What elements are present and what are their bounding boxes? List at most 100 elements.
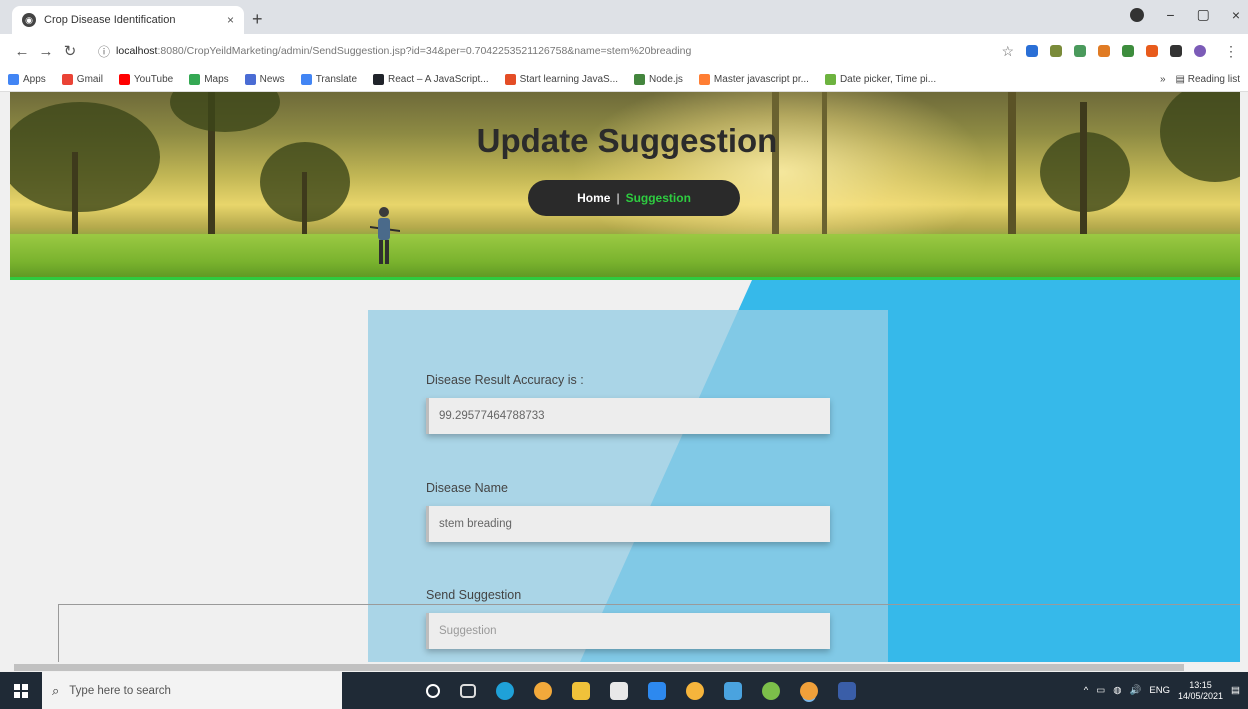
bookmark-item[interactable]: Start learning JavaS... [504, 74, 618, 85]
forward-icon[interactable]: → [34, 43, 58, 60]
search-icon: ⌕ [52, 682, 60, 698]
clock[interactable]: 13:15 14/05/2021 [1178, 680, 1223, 702]
javascript-icon [504, 74, 516, 85]
youtube-icon [118, 74, 130, 85]
app-icon[interactable] [686, 681, 704, 700]
browser-tabstrip: ◉ Crop Disease Identification × + − ▢ × [0, 0, 1248, 34]
bookmark-item[interactable]: Apps [8, 74, 46, 85]
bookmark-item[interactable]: Translate [300, 74, 357, 85]
bookmark-item[interactable]: Gmail [61, 74, 103, 85]
mail-icon[interactable] [648, 681, 666, 700]
disease-name-input[interactable] [426, 506, 830, 542]
back-icon[interactable]: ← [10, 43, 34, 60]
scrollbar-thumb[interactable] [14, 664, 1184, 671]
app-icon[interactable] [724, 681, 742, 700]
browser-toolbar: ← → ↻ ⓘ localhost :8080/CropYeildMarketi… [0, 34, 1248, 68]
taskbar-search[interactable]: ⌕ Type here to search [42, 672, 342, 709]
grass-field [10, 234, 1244, 280]
farmer-silhouette [370, 207, 400, 264]
battery-icon[interactable]: ▭ [1096, 685, 1105, 696]
restore-button[interactable]: ▢ [1197, 6, 1210, 23]
page-content: Update Suggestion Home | Suggestion Dise… [0, 92, 1248, 662]
reading-list-button[interactable]: ▤ Reading list [1176, 74, 1241, 85]
info-icon[interactable]: ⓘ [98, 43, 110, 60]
chevron-up-icon[interactable]: ^ [1084, 685, 1088, 696]
bookmark-item[interactable]: React – A JavaScript... [373, 74, 489, 85]
bookmark-item[interactable]: Maps [189, 74, 229, 85]
news-icon [244, 74, 256, 85]
vscode-icon[interactable] [838, 681, 856, 700]
url-path: :8080/CropYeildMarketing/admin/SendSugge… [157, 45, 692, 57]
chrome-active-icon[interactable] [800, 681, 818, 700]
record-icon[interactable] [1130, 7, 1145, 22]
browser-tab[interactable]: ◉ Crop Disease Identification × [12, 6, 244, 34]
accuracy-input[interactable] [426, 398, 830, 434]
start-button[interactable] [0, 672, 42, 709]
tab-title: Crop Disease Identification [44, 14, 176, 26]
notifications-icon[interactable]: ▤ [1231, 685, 1240, 696]
extension-icon[interactable] [1074, 45, 1086, 57]
bookmarks-right: » ▤ Reading list [1160, 74, 1240, 85]
maps-icon [189, 74, 201, 85]
avatar[interactable] [1194, 45, 1206, 57]
chrome-icon[interactable] [534, 681, 552, 700]
leaf-icon [824, 74, 836, 85]
bookmark-item[interactable]: Date picker, Time pi... [824, 74, 936, 85]
react-icon [373, 74, 385, 85]
vertical-scrollbar[interactable] [1240, 92, 1248, 662]
extension-icon[interactable] [1050, 45, 1062, 57]
search-placeholder: Type here to search [69, 684, 171, 697]
tab-close-icon[interactable]: × [227, 13, 234, 27]
breadcrumb-separator: | [616, 191, 620, 205]
nodejs-icon [634, 74, 646, 85]
reload-icon[interactable]: ↻ [58, 42, 82, 60]
accuracy-label: Disease Result Accuracy is : [426, 373, 584, 387]
bookmark-item[interactable]: YouTube [118, 74, 173, 85]
extension-icon[interactable] [1146, 45, 1158, 57]
tree-trunk [1008, 92, 1016, 242]
bookmark-star-icon[interactable]: ☆ [1001, 43, 1014, 60]
bookmark-item[interactable]: Master javascript pr... [698, 74, 809, 85]
minimize-button[interactable]: − [1166, 7, 1174, 23]
puzzle-icon[interactable] [1170, 45, 1182, 57]
taskbar-apps [426, 681, 856, 700]
page-title: Update Suggestion [476, 122, 778, 159]
tree-trunk [772, 92, 779, 242]
apps-icon [8, 74, 19, 85]
bookmark-item[interactable]: Node.js [634, 74, 683, 85]
extension-icon[interactable] [1026, 45, 1038, 57]
new-tab-button[interactable]: + [252, 9, 263, 30]
network-icon[interactable]: ◍ [1113, 685, 1121, 696]
language-indicator[interactable]: ENG [1149, 685, 1170, 696]
translate-icon [300, 74, 312, 85]
extension-icon[interactable] [1098, 45, 1110, 57]
cortana-icon[interactable] [426, 683, 440, 698]
code-icon [698, 74, 710, 85]
close-window-button[interactable]: × [1232, 7, 1240, 23]
file-explorer-icon[interactable] [572, 681, 590, 700]
tree-trunk [822, 92, 827, 242]
extension-icon[interactable] [1122, 45, 1134, 57]
app-icon[interactable] [762, 681, 780, 700]
overlay-frame [58, 604, 1248, 662]
address-bar[interactable]: ⓘ localhost :8080/CropYeildMarketing/adm… [90, 38, 992, 64]
hero-divider [10, 277, 1244, 280]
bookmark-item[interactable]: News [244, 74, 285, 85]
breadcrumb: Home | Suggestion [528, 180, 740, 216]
task-view-icon[interactable] [460, 683, 476, 698]
gmail-icon [61, 74, 73, 85]
menu-icon[interactable]: ⋮ [1224, 43, 1238, 60]
system-tray: ^ ▭ ◍ 🔊 ENG 13:15 14/05/2021 ▤ [1084, 680, 1248, 702]
volume-icon[interactable]: 🔊 [1130, 685, 1142, 696]
edge-icon[interactable] [496, 681, 514, 700]
store-icon[interactable] [610, 681, 628, 700]
breadcrumb-current: Suggestion [625, 191, 691, 205]
breadcrumb-home-link[interactable]: Home [577, 191, 610, 205]
bookmarks-bar: Apps Gmail YouTube Maps News Translate R… [0, 68, 1248, 92]
more-bookmarks-icon[interactable]: » [1160, 74, 1166, 85]
hero-banner: Update Suggestion Home | Suggestion [10, 92, 1244, 280]
globe-icon: ◉ [22, 13, 36, 27]
extension-icons: ☆ ⋮ [1001, 43, 1238, 60]
horizontal-scrollbar[interactable] [0, 662, 1248, 672]
suggestion-label: Send Suggestion [426, 588, 522, 602]
